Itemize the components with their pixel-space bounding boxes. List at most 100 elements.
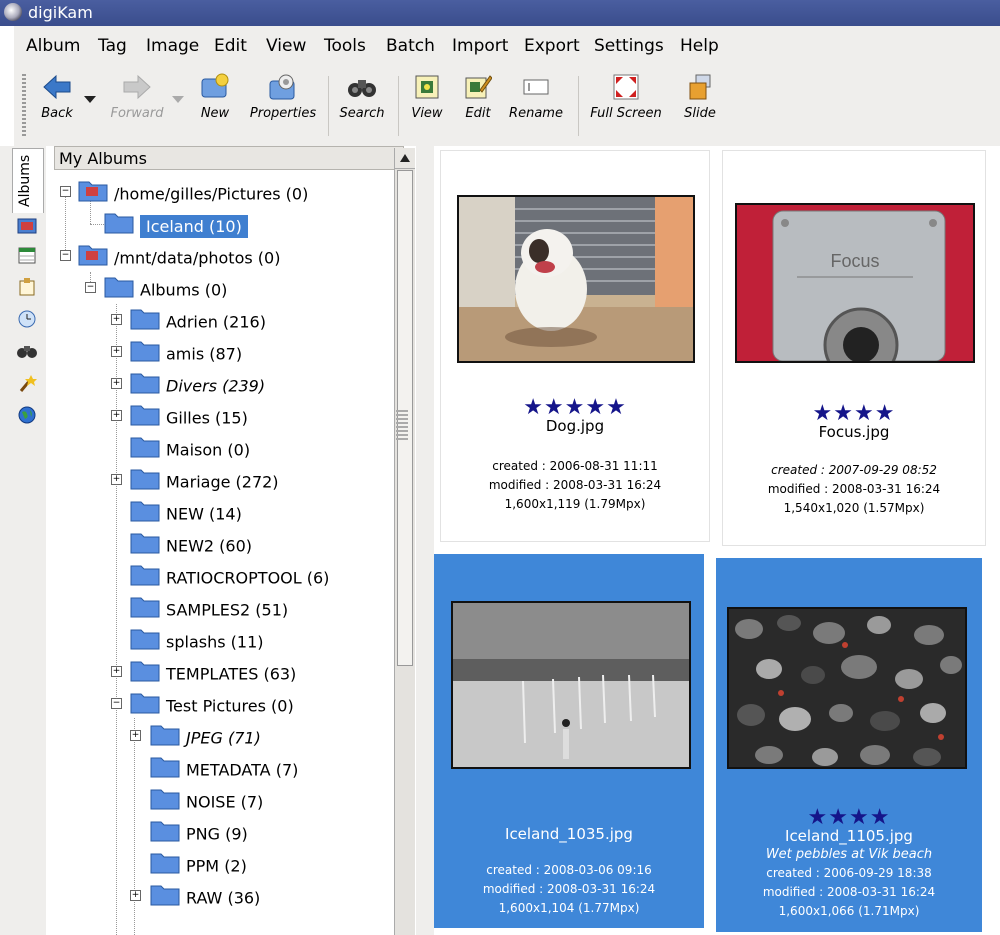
tree-node-albums[interactable]: Albums (0) — [104, 274, 227, 304]
tree-node-metadata[interactable]: METADATA (7) — [150, 754, 298, 784]
tree-node-home-pictures[interactable]: /home/gilles/Pictures (0) — [78, 178, 308, 208]
album-tree-header[interactable]: My Albums — [54, 146, 404, 170]
tree-node-noise[interactable]: NOISE (7) — [150, 786, 263, 816]
blue-folder-icon — [130, 370, 160, 404]
tree-node-label: Adrien (216) — [166, 312, 266, 332]
albums-view-icon[interactable] — [16, 214, 38, 236]
tree-node-adrien[interactable]: Adrien (216) — [130, 306, 266, 336]
thumbnail-item[interactable]: ★★★★★ Dog.jpg created : 2006-08-31 11:11… — [440, 150, 710, 542]
menu-tools[interactable]: Tools — [324, 36, 366, 56]
tree-node-gilles[interactable]: Gilles (15) — [130, 402, 248, 432]
search-button[interactable]: Search — [336, 72, 388, 121]
tree-node-mnt-photos[interactable]: /mnt/data/photos (0) — [78, 242, 280, 272]
forward-dropdown-icon[interactable] — [172, 96, 184, 103]
splitter-grip[interactable] — [396, 410, 408, 440]
thumbnail-comment: Wet pebbles at Vik beach — [765, 847, 933, 862]
tree-node-jpeg[interactable]: JPEG (71) — [150, 722, 261, 752]
tree-expander[interactable]: − — [111, 698, 122, 709]
tree-expander[interactable]: + — [111, 410, 122, 421]
tree-expander[interactable]: + — [111, 474, 122, 485]
tree-node-raw[interactable]: RAW (36) — [150, 882, 260, 912]
tree-expander[interactable]: − — [60, 250, 71, 261]
thumbnail-item[interactable]: Focus ★★★★ Focus.jpg created : 2007-09-2… — [722, 150, 986, 546]
properties-button[interactable]: Properties — [248, 72, 318, 121]
tree-node-mariage[interactable]: Mariage (272) — [130, 466, 279, 496]
timeline-clock-icon[interactable] — [16, 308, 38, 330]
thumbnail-modified: modified : 2008-03-31 16:24 — [767, 482, 941, 496]
menu-help[interactable]: Help — [680, 36, 719, 56]
menu-import[interactable]: Import — [452, 36, 508, 56]
thumbnail-item[interactable]: ★★★★ Iceland_1105.jpg Wet pebbles at Vik… — [716, 558, 982, 932]
fullscreen-button[interactable]: Full Screen — [588, 72, 664, 121]
tree-node-new2[interactable]: NEW2 (60) — [130, 530, 252, 560]
scroll-up-arrow-icon[interactable] — [395, 148, 415, 169]
toolbar-grip[interactable] — [22, 74, 26, 138]
back-dropdown-icon[interactable] — [84, 96, 96, 103]
map-globe-icon[interactable] — [16, 404, 38, 426]
thumbnail-modified: modified : 2008-03-31 16:24 — [488, 478, 662, 492]
menu-image[interactable]: Image — [146, 36, 199, 56]
left-sidebar-tabs: Albums — [0, 146, 47, 935]
tree-expander[interactable]: − — [60, 186, 71, 197]
tags-icon[interactable] — [16, 276, 38, 298]
tree-node-samples2[interactable]: SAMPLES2 (51) — [130, 594, 288, 624]
tree-node-ppm[interactable]: PPM (2) — [150, 850, 247, 880]
blue-folder-icon — [130, 690, 160, 724]
tree-expander[interactable]: + — [111, 378, 122, 389]
view-button[interactable]: View — [406, 72, 448, 121]
tree-node-maison[interactable]: Maison (0) — [130, 434, 250, 464]
rename-button[interactable]: Rename — [508, 72, 564, 121]
album-tree-scrollbar[interactable] — [394, 148, 415, 935]
blue-folder-icon — [104, 274, 134, 308]
back-button[interactable]: Back — [32, 72, 82, 121]
tree-node-label: NEW2 (60) — [166, 536, 253, 556]
menu-export[interactable]: Export — [524, 36, 580, 56]
tree-expander[interactable]: + — [130, 890, 141, 901]
tree-node-ratiocroptool[interactable]: RATIOCROPTOOL (6) — [130, 562, 329, 592]
tree-node-divers[interactable]: Divers (239) — [130, 370, 265, 400]
thumbnail-item[interactable]: Iceland_1035.jpg created : 2008-03-06 09… — [434, 554, 704, 928]
tree-connector — [134, 718, 135, 935]
new-label: New — [200, 106, 230, 121]
tree-node-amis[interactable]: amis (87) — [130, 338, 242, 368]
fuzzy-search-wand-icon[interactable] — [16, 372, 38, 394]
search-binoculars-icon[interactable] — [16, 340, 38, 362]
tree-node-iceland[interactable]: Iceland (10) — [104, 210, 248, 240]
tree-node-test-pictures[interactable]: Test Pictures (0) — [130, 690, 294, 720]
tree-node-label: Divers (239) — [166, 376, 266, 396]
blue-folder-icon — [150, 850, 180, 884]
menu-batch[interactable]: Batch — [386, 36, 435, 56]
window-titlebar: digiKam — [0, 0, 1000, 26]
panel-splitter[interactable] — [416, 146, 434, 935]
new-album-button[interactable]: New — [196, 72, 234, 121]
calendar-icon[interactable] — [16, 244, 38, 266]
tree-expander[interactable]: + — [130, 730, 141, 741]
digikam-app-icon[interactable] — [4, 3, 22, 21]
back-arrow-icon — [42, 72, 72, 102]
tree-expander[interactable]: + — [111, 346, 122, 357]
tree-expander[interactable]: − — [85, 282, 96, 293]
tree-node-png[interactable]: PNG (9) — [150, 818, 248, 848]
menu-edit[interactable]: Edit — [214, 36, 247, 56]
slideshow-icon — [685, 72, 715, 102]
menu-album[interactable]: Album — [26, 36, 80, 56]
edit-button[interactable]: Edit — [458, 72, 498, 121]
thumbnail-image — [451, 601, 691, 769]
tree-node-splashs[interactable]: splashs (11) — [130, 626, 263, 656]
blue-folder-icon — [150, 786, 180, 820]
new-album-icon — [200, 72, 230, 102]
menu-settings[interactable]: Settings — [594, 36, 664, 56]
albums-tab[interactable]: Albums — [12, 148, 44, 213]
forward-button[interactable]: Forward — [106, 72, 168, 121]
albums-tab-label: Albums — [17, 154, 33, 207]
thumbnail-image: Focus — [735, 203, 975, 363]
tree-node-new[interactable]: NEW (14) — [130, 498, 242, 528]
blue-folder-icon — [150, 754, 180, 788]
tree-expander[interactable]: + — [111, 666, 122, 677]
menu-tag[interactable]: Tag — [98, 36, 127, 56]
menu-view[interactable]: View — [266, 36, 306, 56]
tree-expander[interactable]: + — [111, 314, 122, 325]
tree-node-templates[interactable]: TEMPLATES (63) — [130, 658, 296, 688]
blue-folder-icon — [130, 402, 160, 436]
slideshow-button[interactable]: Slide — [680, 72, 720, 121]
